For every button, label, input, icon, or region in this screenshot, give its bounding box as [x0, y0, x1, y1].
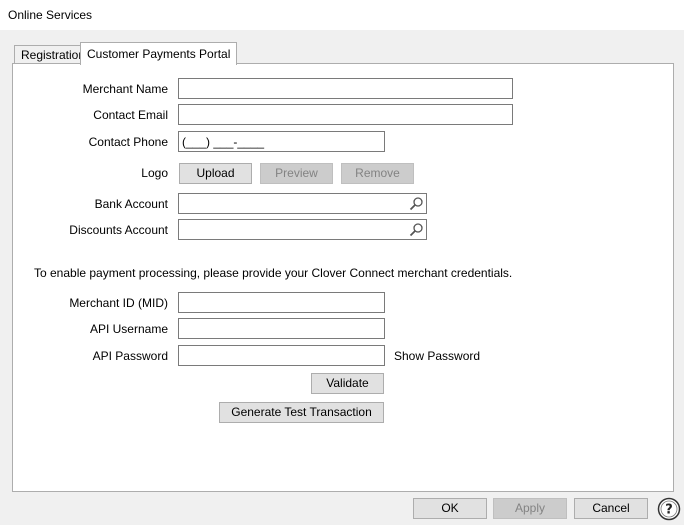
apply-button[interactable]: Apply [493, 498, 567, 519]
api-password-label: API Password [92, 349, 168, 363]
contact-phone-input[interactable]: (___) ___-____ [178, 131, 385, 152]
discounts-account-label: Discounts Account [69, 223, 168, 237]
api-username-label: API Username [89, 322, 168, 336]
bank-account-input[interactable] [178, 193, 427, 214]
api-username-input[interactable] [178, 318, 385, 339]
window-title: Online Services [8, 8, 93, 22]
validate-button[interactable]: Validate [311, 373, 384, 394]
title-bar: Online Services [0, 0, 684, 30]
svg-text:?: ? [665, 503, 673, 518]
contact-email-input[interactable] [178, 104, 513, 125]
merchant-id-label: Merchant ID (MID) [69, 296, 168, 310]
ok-button[interactable]: OK [413, 498, 487, 519]
show-password-link[interactable]: Show Password [394, 349, 480, 363]
cancel-button[interactable]: Cancel [574, 498, 648, 519]
remove-button[interactable]: Remove [341, 163, 414, 184]
merchant-name-input[interactable] [178, 78, 513, 99]
preview-button[interactable]: Preview [260, 163, 333, 184]
help-icon[interactable]: ? [657, 497, 681, 521]
tab-customer-payments-portal[interactable]: Customer Payments Portal [80, 42, 238, 65]
discounts-account-input[interactable] [178, 219, 427, 240]
merchant-id-input[interactable] [178, 292, 385, 313]
bank-account-label: Bank Account [94, 197, 168, 211]
magnifier-icon[interactable] [408, 222, 424, 238]
merchant-name-label: Merchant Name [82, 82, 168, 96]
magnifier-icon[interactable] [408, 196, 424, 212]
generate-test-transaction-button[interactable]: Generate Test Transaction [219, 402, 384, 423]
credentials-note: To enable payment processing, please pro… [34, 266, 513, 280]
contact-email-label: Contact Email [93, 108, 168, 122]
contact-phone-label: Contact Phone [88, 135, 168, 149]
logo-label: Logo [141, 166, 168, 180]
api-password-input[interactable] [178, 345, 385, 366]
upload-button[interactable]: Upload [179, 163, 252, 184]
